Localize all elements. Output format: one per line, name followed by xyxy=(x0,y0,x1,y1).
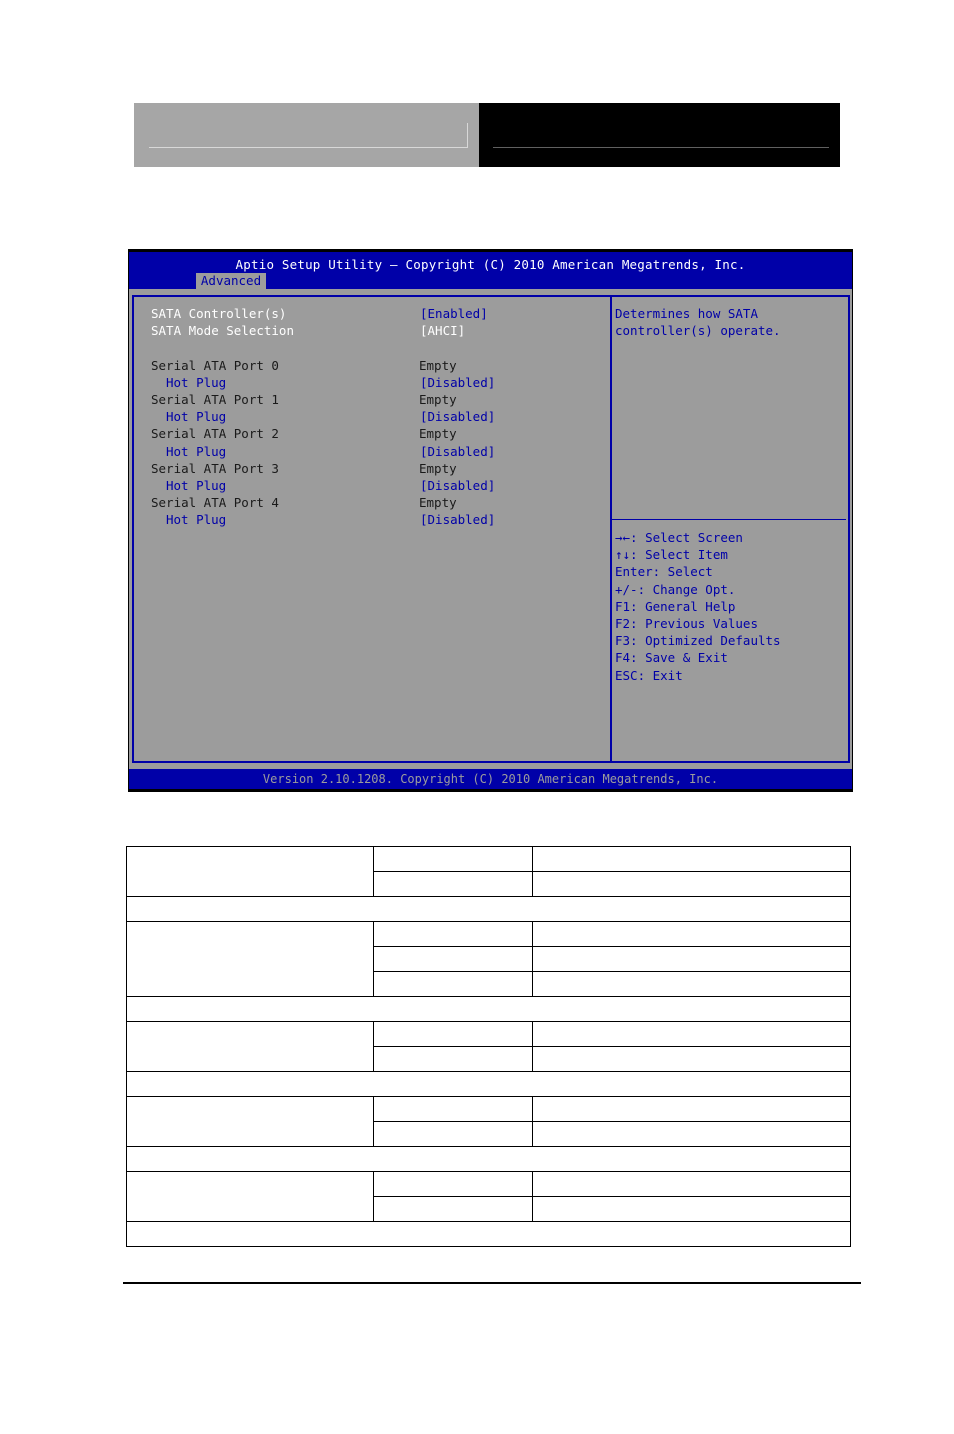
table-cell-note xyxy=(126,1071,851,1097)
setting-label: Serial ATA Port 3 xyxy=(151,461,279,476)
setting-label[interactable]: Hot Plug xyxy=(166,443,226,460)
table-row-note xyxy=(126,996,851,1022)
setting-value[interactable]: [Enabled] xyxy=(420,305,488,322)
setting-label: Serial ATA Port 0 xyxy=(151,358,279,373)
setting-value[interactable]: [Disabled] xyxy=(420,443,495,460)
table-cell-option xyxy=(126,921,374,997)
setting-label: SATA Mode Selection xyxy=(151,323,294,338)
header-rule-vertical xyxy=(467,123,468,148)
tab-advanced[interactable]: Advanced xyxy=(196,273,266,289)
setting-value: Empty xyxy=(419,461,457,476)
table-cell-option xyxy=(126,846,374,897)
key-hint: F3: Optimized Defaults xyxy=(615,633,781,649)
table-cell-note xyxy=(126,1146,851,1172)
table-cell-description xyxy=(532,1171,851,1197)
setting-value[interactable]: [Disabled] xyxy=(420,374,495,391)
table-cell-note xyxy=(126,1221,851,1247)
setting-label[interactable]: Hot Plug xyxy=(166,477,226,494)
bios-body: SATA Controller(s) [Enabled] SATA Mode Sel… xyxy=(129,289,852,769)
table-cell-value xyxy=(373,971,533,997)
header-band-right xyxy=(479,103,840,167)
table-cell-value xyxy=(373,871,533,897)
setting-value: Empty xyxy=(419,495,457,510)
key-hint: Enter: Select xyxy=(615,564,713,580)
table-cell-value xyxy=(373,846,533,872)
setting-label[interactable]: Hot Plug xyxy=(166,374,226,391)
table-cell-option xyxy=(126,1171,374,1222)
bios-screenshot: Aptio Setup Utility – Copyright (C) 2010… xyxy=(128,249,853,792)
table-row xyxy=(126,1171,851,1222)
table-cell-description xyxy=(532,1046,851,1072)
setting-label[interactable]: Hot Plug xyxy=(166,511,226,528)
table-cell-option xyxy=(126,1021,374,1072)
setting-label[interactable]: Hot Plug xyxy=(166,408,226,425)
table-cell-description xyxy=(532,1121,851,1147)
options-table xyxy=(126,846,851,1247)
settings-panel: SATA Controller(s) [Enabled] SATA Mode Sel… xyxy=(132,295,611,763)
table-cell-value xyxy=(373,1171,533,1197)
setting-value[interactable]: [Disabled] xyxy=(420,408,495,425)
table-row-note xyxy=(126,896,851,922)
table-cell-description xyxy=(532,1196,851,1222)
table-cell-option xyxy=(126,1096,374,1147)
table-cell-value xyxy=(373,946,533,972)
bios-footer: Version 2.10.1208. Copyright (C) 2010 Am… xyxy=(129,769,852,789)
table-cell-note xyxy=(126,996,851,1022)
table-cell-description xyxy=(532,971,851,997)
key-hint: ↑↓: Select Item xyxy=(615,547,728,563)
header-rule xyxy=(149,147,467,148)
setting-label: Serial ATA Port 1 xyxy=(151,392,279,407)
table-row xyxy=(126,1096,851,1147)
table-cell-description xyxy=(532,1021,851,1047)
key-hint: F1: General Help xyxy=(615,598,736,614)
page-footer-rule xyxy=(123,1282,861,1284)
table-row-note xyxy=(126,1071,851,1097)
setting-label: Serial ATA Port 4 xyxy=(151,495,279,510)
help-description: Determines how SATA xyxy=(615,306,758,321)
table-row xyxy=(126,846,851,897)
table-cell-description xyxy=(532,1096,851,1122)
header-band-left xyxy=(134,103,479,167)
bios-title: Aptio Setup Utility – Copyright (C) 2010… xyxy=(235,257,746,272)
help-panel: Determines how SATA controller(s) operate… xyxy=(610,295,850,763)
setting-value: Empty xyxy=(419,358,457,373)
help-description: controller(s) operate. xyxy=(615,323,781,338)
table-row-note xyxy=(126,1221,851,1247)
table-cell-value xyxy=(373,1096,533,1122)
table-cell-description xyxy=(532,846,851,872)
bios-title-bar: Aptio Setup Utility – Copyright (C) 2010… xyxy=(129,252,852,289)
setting-value: Empty xyxy=(419,392,457,407)
header-rule xyxy=(493,147,829,148)
key-hint: F4: Save & Exit xyxy=(615,650,728,666)
key-hint: →←: Select Screen xyxy=(615,530,743,545)
table-cell-value xyxy=(373,921,533,947)
table-cell-note xyxy=(126,896,851,922)
setting-value: Empty xyxy=(419,426,457,441)
key-hint: F2: Previous Values xyxy=(615,616,758,631)
table-cell-value xyxy=(373,1021,533,1047)
setting-label[interactable]: SATA Controller(s) xyxy=(151,305,286,322)
table-row xyxy=(126,921,851,997)
setting-value[interactable]: [Disabled] xyxy=(420,511,495,528)
setting-value[interactable]: [Disabled] xyxy=(420,477,495,494)
table-cell-value xyxy=(373,1121,533,1147)
table-row-note xyxy=(126,1146,851,1172)
help-divider xyxy=(612,519,846,520)
key-hint: +/-: Change Opt. xyxy=(615,581,736,597)
table-cell-description xyxy=(532,921,851,947)
table-cell-description xyxy=(532,871,851,897)
table-cell-description xyxy=(532,946,851,972)
setting-label: Serial ATA Port 2 xyxy=(151,426,279,441)
table-row xyxy=(126,1021,851,1072)
key-hint: ESC: Exit xyxy=(615,667,683,683)
table-cell-value xyxy=(373,1046,533,1072)
setting-value: [AHCI] xyxy=(420,323,466,338)
table-cell-value xyxy=(373,1196,533,1222)
